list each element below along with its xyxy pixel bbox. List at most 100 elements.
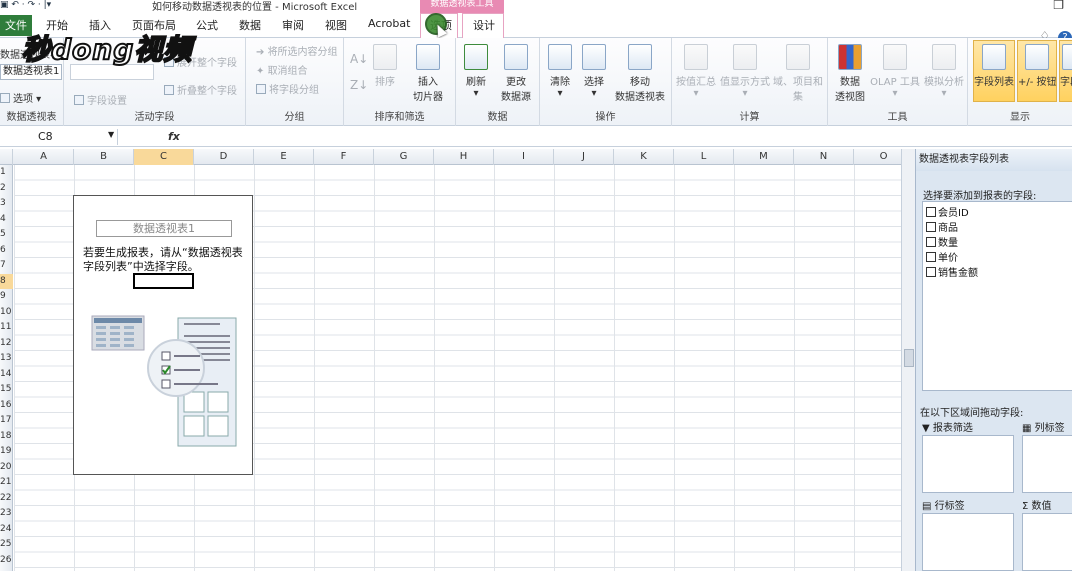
show-values-as-button[interactable]: 值显示方式 ▾: [720, 44, 770, 99]
row-header[interactable]: 23: [0, 506, 13, 522]
report-filter-drop-area[interactable]: [922, 435, 1014, 493]
row-header[interactable]: 13: [0, 351, 13, 367]
field-item-quantity[interactable]: 数量: [926, 234, 958, 249]
row-header[interactable]: 5: [0, 227, 13, 243]
checkbox[interactable]: [926, 267, 936, 277]
insert-function-icon[interactable]: fx: [168, 130, 180, 143]
selected-cell-c8[interactable]: [133, 273, 194, 289]
column-header[interactable]: F: [314, 149, 374, 165]
row-header[interactable]: 21: [0, 475, 13, 491]
refresh-button[interactable]: 刷新 ▾: [460, 44, 492, 99]
row-header[interactable]: 18: [0, 429, 13, 445]
column-header[interactable]: K: [614, 149, 674, 165]
row-header[interactable]: 9: [0, 289, 13, 305]
row-header[interactable]: 4: [0, 212, 13, 228]
move-pivot-button[interactable]: 移动 数据透视表: [612, 44, 668, 103]
field-settings-button[interactable]: 字段设置: [74, 92, 127, 107]
field-list-button[interactable]: 字段列表: [973, 40, 1015, 102]
formula-input[interactable]: [186, 129, 1066, 145]
fields-items-sets-button[interactable]: 域、项目和 集: [772, 44, 824, 103]
values-drop-area[interactable]: [1022, 513, 1072, 571]
field-headers-button[interactable]: 字段标题: [1059, 40, 1072, 102]
column-header[interactable]: O: [854, 149, 901, 165]
scrollbar-thumb[interactable]: [904, 349, 914, 367]
field-item-unit-price[interactable]: 单价: [926, 249, 958, 264]
olap-tools-button[interactable]: OLAP 工具 ▾: [870, 44, 920, 99]
checkbox[interactable]: [926, 207, 936, 217]
group-selection-button[interactable]: ➔ 将所选内容分组: [256, 43, 338, 58]
column-header[interactable]: H: [434, 149, 494, 165]
field-item-sales-amount[interactable]: 销售金额: [926, 264, 978, 279]
pivot-field-list-pane: 数据透视表字段列表 选择要添加到报表的字段: 会员ID 商品 数量 单价 销售金…: [915, 149, 1072, 571]
row-header[interactable]: 3: [0, 196, 13, 212]
change-source-button[interactable]: 更改 数据源: [494, 44, 538, 103]
select-all-corner[interactable]: [0, 149, 13, 165]
tab-review[interactable]: 审阅: [282, 17, 304, 33]
tab-formulas[interactable]: 公式: [196, 17, 218, 33]
plus-minus-buttons-button[interactable]: +/- 按钮: [1017, 40, 1057, 102]
sort-button[interactable]: 排序: [370, 44, 400, 88]
column-header[interactable]: B: [74, 149, 134, 165]
vertical-scrollbar[interactable]: [901, 149, 915, 571]
what-if-button[interactable]: 模拟分析 ▾: [922, 44, 966, 99]
drag-areas-prompt: 在以下区域间拖动字段:: [920, 408, 1024, 419]
clear-button[interactable]: 清除 ▾: [544, 44, 576, 99]
group-field-button[interactable]: 将字段分组: [256, 81, 319, 96]
insert-slicer-button[interactable]: 插入 切片器: [406, 44, 450, 103]
sort-az-icon[interactable]: A↓: [350, 52, 368, 66]
row-header[interactable]: 2: [0, 181, 13, 197]
name-box-dropdown-icon[interactable]: ▼: [108, 130, 114, 139]
field-item-member-id[interactable]: 会员ID: [926, 204, 969, 219]
row-header[interactable]: 26: [0, 553, 13, 569]
checkbox[interactable]: [926, 222, 936, 232]
column-header[interactable]: A: [14, 149, 74, 165]
row-header[interactable]: 6: [0, 243, 13, 259]
column-header[interactable]: E: [254, 149, 314, 165]
row-header[interactable]: 24: [0, 522, 13, 538]
row-header[interactable]: 17: [0, 413, 13, 429]
row-header[interactable]: 19: [0, 444, 13, 460]
row-header[interactable]: 7: [0, 258, 13, 274]
row-header[interactable]: 10: [0, 305, 13, 321]
row-header[interactable]: 25: [0, 537, 13, 553]
row-header[interactable]: 16: [0, 398, 13, 414]
column-header[interactable]: J: [554, 149, 614, 165]
pivot-options-button[interactable]: 选项 ▾: [0, 90, 41, 105]
row-header[interactable]: 8: [0, 273, 13, 289]
row-header[interactable]: 22: [0, 491, 13, 507]
row-header[interactable]: 14: [0, 367, 13, 383]
checkbox[interactable]: [926, 252, 936, 262]
restore-window-icon[interactable]: ❐: [1053, 0, 1064, 12]
pivot-chart-button[interactable]: 数据 透视图: [832, 44, 868, 103]
column-header[interactable]: G: [374, 149, 434, 165]
field-item-product[interactable]: 商品: [926, 219, 958, 234]
column-header[interactable]: D: [194, 149, 254, 165]
what-if-icon: [932, 44, 956, 70]
select-button[interactable]: 选择 ▾: [578, 44, 610, 99]
row-header[interactable]: 11: [0, 320, 13, 336]
column-header[interactable]: L: [674, 149, 734, 165]
quick-access-toolbar[interactable]: ▣ ↶ · ↷ · |▾: [0, 0, 51, 10]
row-header[interactable]: 20: [0, 460, 13, 476]
collapse-field-button[interactable]: 折叠整个字段: [164, 82, 237, 97]
pivot-table-placeholder[interactable]: 数据透视表1 若要生成报表，请从“数据透视表字段列表”中选择字段。: [73, 195, 253, 475]
row-header[interactable]: 12: [0, 336, 13, 352]
row-header[interactable]: 1: [0, 165, 13, 181]
ungroup-button[interactable]: ✦ 取消组合: [256, 62, 308, 77]
column-labels-drop-area[interactable]: [1022, 435, 1072, 493]
tab-design[interactable]: 设计: [462, 13, 504, 38]
summarize-values-button[interactable]: 按值汇总 ▾: [674, 44, 718, 99]
tab-data[interactable]: 数据: [239, 17, 261, 33]
field-label: 会员ID: [938, 208, 969, 219]
tab-acrobat[interactable]: Acrobat: [368, 17, 410, 30]
tab-view[interactable]: 视图: [325, 17, 347, 33]
sort-za-icon[interactable]: Z↓: [350, 78, 368, 92]
row-labels-drop-area[interactable]: [922, 513, 1014, 571]
column-header[interactable]: C: [134, 149, 194, 165]
checkbox[interactable]: [926, 237, 936, 247]
column-header[interactable]: N: [794, 149, 854, 165]
column-header[interactable]: M: [734, 149, 794, 165]
row-header[interactable]: 15: [0, 382, 13, 398]
column-header[interactable]: I: [494, 149, 554, 165]
name-box[interactable]: C8: [0, 129, 118, 145]
